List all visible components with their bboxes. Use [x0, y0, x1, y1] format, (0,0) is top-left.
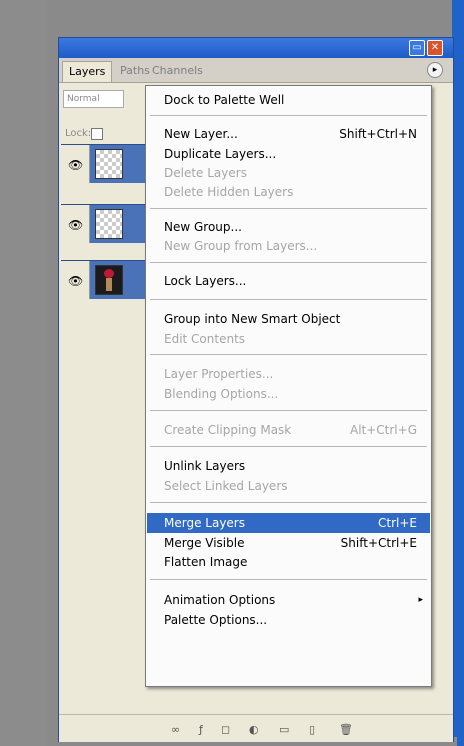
menu-item-label: Flatten Image: [164, 555, 248, 569]
close-icon[interactable]: ✕: [427, 40, 443, 56]
menu-item-label: Animation Options: [164, 593, 276, 607]
eye-icon: 👁: [68, 274, 84, 288]
menu-item-duplicate-layers[interactable]: Duplicate Layers...: [147, 144, 430, 164]
menu-item-label: New Group from Layers...: [164, 239, 318, 253]
menu-item-label: Delete Hidden Layers: [164, 185, 294, 199]
layer-row[interactable]: 👁: [61, 260, 151, 299]
menu-item-label: Palette Options...: [164, 613, 268, 627]
menu-item-layer-properties: Layer Properties...: [147, 364, 430, 384]
palette-menu-icon[interactable]: ▸: [427, 62, 443, 78]
palette-bottom-toolbar: ∞ ƒ ◻ ◐ ▭ ▯ 🗑: [59, 714, 453, 742]
menu-item-label: Edit Contents: [164, 332, 246, 346]
visibility-toggle[interactable]: 👁: [61, 145, 90, 183]
menu-separator: [150, 410, 427, 411]
submenu-arrow-icon: ▸: [418, 595, 423, 605]
layer-thumbnail: [95, 149, 123, 179]
menu-item-label: Delete Layers: [164, 166, 247, 180]
menu-item-label: New Layer...: [164, 127, 238, 141]
menu-item-palette-options[interactable]: Palette Options...: [147, 610, 430, 630]
menu-item-unlink-layers[interactable]: Unlink Layers: [147, 456, 430, 476]
palette-flyout-menu: Dock to Palette Well New Layer... Shift+…: [145, 85, 432, 687]
visibility-toggle[interactable]: 👁: [61, 205, 90, 243]
menu-item-label: Layer Properties...: [164, 367, 274, 381]
workspace-top: [47, 0, 457, 37]
layer-row[interactable]: 👁: [61, 204, 151, 243]
palette-tab-row: Layers Paths Channels ▸: [59, 58, 453, 83]
menu-item-delete-layers: Delete Layers: [147, 163, 430, 183]
tab-channels[interactable]: Channels: [146, 61, 209, 81]
menu-separator: [150, 446, 427, 447]
layer-row[interactable]: 👁: [61, 144, 151, 183]
menu-item-label: Merge Visible: [164, 536, 245, 550]
menu-separator: [150, 262, 427, 263]
rose-graphic: [104, 269, 114, 278]
menu-item-label: Unlink Layers: [164, 459, 246, 473]
menu-item-group-into-smart-object[interactable]: Group into New Smart Object: [147, 309, 430, 329]
new-layer-icon[interactable]: ▯: [309, 723, 315, 736]
palette-titlebar[interactable]: ▭ ✕: [59, 38, 453, 58]
blend-mode-select[interactable]: Normal: [63, 90, 124, 108]
menu-item-label: Merge Layers: [164, 516, 245, 530]
menu-separator: [150, 299, 427, 300]
menu-item-label: Create Clipping Mask: [164, 423, 292, 437]
menu-item-new-group-from-layers: New Group from Layers...: [147, 236, 430, 256]
menu-item-flatten-image[interactable]: Flatten Image: [147, 552, 430, 572]
menu-item-lock-layers[interactable]: Lock Layers...: [147, 271, 430, 291]
visibility-toggle[interactable]: 👁: [61, 261, 90, 299]
menu-item-label: Select Linked Layers: [164, 479, 288, 493]
menu-item-label: New Group...: [164, 220, 242, 234]
layers-scrollbar[interactable]: [447, 84, 453, 714]
menu-item-shortcut: Shift+Ctrl+E: [340, 536, 417, 550]
menu-item-merge-layers[interactable]: Merge Layers Ctrl+E: [147, 513, 430, 533]
menu-item-select-linked-layers: Select Linked Layers: [147, 476, 430, 496]
menu-item-blending-options: Blending Options...: [147, 384, 430, 404]
menu-separator: [150, 502, 427, 503]
layer-thumbnail-photo: [95, 265, 123, 295]
menu-separator: [150, 579, 427, 580]
eye-icon: 👁: [68, 158, 84, 172]
layer-thumbnail: [95, 209, 123, 239]
menu-item-merge-visible[interactable]: Merge Visible Shift+Ctrl+E: [147, 533, 430, 553]
menu-item-label: Duplicate Layers...: [164, 147, 277, 161]
menu-separator: [150, 354, 427, 355]
workspace-left: [0, 0, 47, 746]
menu-item-dock-to-palette-well[interactable]: Dock to Palette Well: [147, 90, 430, 110]
menu-item-label: Dock to Palette Well: [164, 93, 285, 107]
menu-item-new-group[interactable]: New Group...: [147, 217, 430, 237]
menu-item-label: Group into New Smart Object: [164, 312, 341, 326]
lock-label: Lock:: [65, 128, 92, 139]
menu-item-shortcut: Alt+Ctrl+G: [349, 423, 417, 437]
menu-item-shortcut: Shift+Ctrl+N: [339, 127, 417, 141]
trash-icon[interactable]: 🗑: [339, 723, 353, 736]
menu-item-label: Lock Layers...: [164, 274, 247, 288]
lock-transparent-icon[interactable]: [91, 128, 103, 140]
menu-item-delete-hidden-layers: Delete Hidden Layers: [147, 182, 430, 202]
layer-style-icon[interactable]: ƒ: [199, 723, 203, 736]
adjustment-layer-icon[interactable]: ◐: [249, 723, 259, 736]
menu-item-label: Blending Options...: [164, 387, 279, 401]
figure-graphic: [106, 278, 112, 291]
eye-icon: 👁: [68, 218, 84, 232]
menu-item-animation-options[interactable]: Animation Options ▸: [147, 590, 430, 610]
new-group-icon[interactable]: ▭: [279, 723, 289, 736]
menu-item-new-layer[interactable]: New Layer... Shift+Ctrl+N: [147, 124, 430, 144]
link-layers-icon[interactable]: ∞: [171, 723, 180, 736]
layer-mask-icon[interactable]: ◻: [221, 723, 230, 736]
menu-item-create-clipping-mask: Create Clipping Mask Alt+Ctrl+G: [147, 420, 430, 440]
menu-item-edit-contents: Edit Contents: [147, 329, 430, 349]
menu-separator: [150, 115, 427, 116]
minimize-icon[interactable]: ▭: [409, 40, 425, 56]
menu-separator: [150, 208, 427, 209]
menu-item-shortcut: Ctrl+E: [378, 516, 417, 530]
tab-layers[interactable]: Layers: [62, 61, 113, 82]
